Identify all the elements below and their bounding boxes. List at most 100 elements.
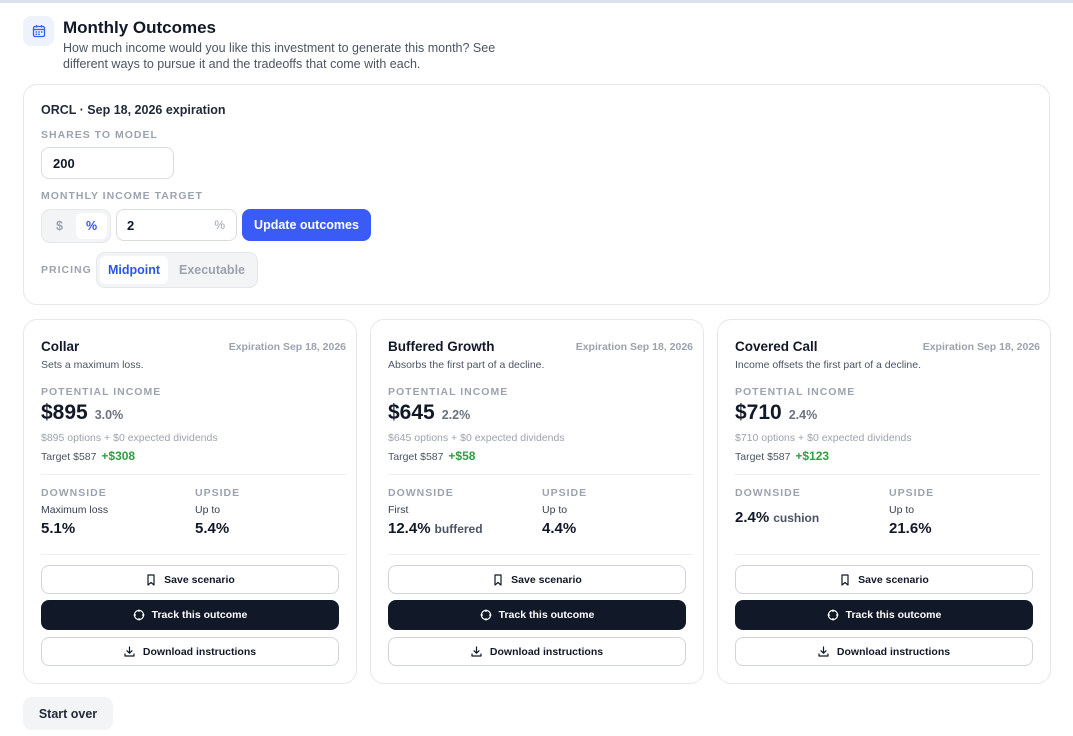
download-instructions-label: Download instructions <box>836 645 951 658</box>
downside-label: DOWNSIDE <box>388 487 454 499</box>
upside-value: 5.4% <box>195 520 230 537</box>
downside-value-row: 2.4% cushion <box>735 509 819 526</box>
target-row: Target $587 +$58 <box>388 449 475 463</box>
downside-value-row: 12.4% buffered <box>388 520 483 537</box>
shares-label: SHARES TO MODEL <box>41 129 158 141</box>
downside-label: DOWNSIDE <box>41 487 107 499</box>
outcome-card-buffered-growth: Buffered Growth Expiration Sep 18, 2026 … <box>370 319 704 684</box>
potential-income-label: POTENTIAL INCOME <box>41 386 162 398</box>
income-amount: $710 <box>735 401 782 424</box>
target-input[interactable] <box>117 210 207 240</box>
target-text: Target $587 <box>388 451 444 463</box>
divider <box>388 474 693 475</box>
target-text: Target $587 <box>41 451 97 463</box>
card-title: Collar <box>41 339 80 354</box>
downside-note: cushion <box>773 511 820 525</box>
target-row: Target $587 +$123 <box>735 449 829 463</box>
upside-sub: Up to <box>542 504 568 516</box>
card-subtitle: Absorbs the first part of a decline. <box>388 359 545 371</box>
target-icon <box>480 609 492 621</box>
bookmark-icon <box>839 573 851 586</box>
track-outcome-button[interactable]: Track this outcome <box>41 600 339 630</box>
card-title: Covered Call <box>735 339 818 354</box>
income-row: $895 3.0% <box>41 401 123 425</box>
target-icon <box>133 609 145 621</box>
save-scenario-label: Save scenario <box>511 573 582 586</box>
unit-dollar-option[interactable]: $ <box>45 213 74 239</box>
upside-value: 21.6% <box>889 520 932 537</box>
save-scenario-button[interactable]: Save scenario <box>388 565 686 594</box>
page-title: Monthly Outcomes <box>63 18 217 37</box>
save-scenario-label: Save scenario <box>858 573 929 586</box>
target-icon <box>827 609 839 621</box>
track-outcome-label: Track this outcome <box>845 609 942 621</box>
income-breakdown: $645 options + $0 expected dividends <box>388 432 565 444</box>
save-scenario-button[interactable]: Save scenario <box>735 565 1033 594</box>
target-text: Target $587 <box>735 451 791 463</box>
income-amount: $645 <box>388 401 435 424</box>
config-panel: ORCL · Sep 18, 2026 expiration SHARES TO… <box>23 84 1050 305</box>
divider <box>41 474 346 475</box>
pricing-executable-option[interactable]: Executable <box>170 256 254 284</box>
upside-sub: Up to <box>195 504 221 516</box>
income-percent: 2.2% <box>441 408 471 422</box>
target-field: % <box>116 209 237 241</box>
upside-sub: Up to <box>889 504 915 516</box>
download-instructions-button[interactable]: Download instructions <box>41 637 339 666</box>
download-icon <box>818 646 830 658</box>
download-icon <box>471 646 483 658</box>
downside-sub: First <box>388 504 409 516</box>
income-row: $710 2.4% <box>735 401 817 425</box>
downside-value: 12.4% <box>388 520 431 537</box>
target-row: Target $587 +$308 <box>41 449 135 463</box>
target-delta: +$308 <box>101 449 136 463</box>
page-description: How much income would you like this inve… <box>63 41 496 71</box>
downside-sub: Maximum loss <box>41 504 109 516</box>
income-percent: 2.4% <box>788 408 818 422</box>
bookmark-icon <box>145 573 157 586</box>
potential-income-label: POTENTIAL INCOME <box>735 386 856 398</box>
divider <box>735 474 1040 475</box>
update-outcomes-button[interactable]: Update outcomes <box>242 209 371 241</box>
upside-label: UPSIDE <box>542 487 588 499</box>
downside-note: buffered <box>434 522 483 536</box>
download-instructions-button[interactable]: Download instructions <box>388 637 686 666</box>
card-expiration: Expiration Sep 18, 2026 <box>228 341 346 353</box>
card-expiration: Expiration Sep 18, 2026 <box>575 341 693 353</box>
upside-label: UPSIDE <box>195 487 241 499</box>
income-row: $645 2.2% <box>388 401 470 425</box>
download-instructions-button[interactable]: Download instructions <box>735 637 1033 666</box>
card-subtitle: Sets a maximum loss. <box>41 359 144 371</box>
save-scenario-button[interactable]: Save scenario <box>41 565 339 594</box>
start-over-button[interactable]: Start over <box>23 697 113 730</box>
income-amount: $895 <box>41 401 88 424</box>
download-instructions-label: Download instructions <box>142 645 257 658</box>
track-outcome-button[interactable]: Track this outcome <box>388 600 686 630</box>
income-breakdown: $895 options + $0 expected dividends <box>41 432 218 444</box>
top-border <box>0 0 1073 3</box>
outcome-card-covered-call: Covered Call Expiration Sep 18, 2026 Inc… <box>717 319 1051 684</box>
track-outcome-button[interactable]: Track this outcome <box>735 600 1033 630</box>
downside-value: 5.1% <box>41 520 76 537</box>
save-scenario-label: Save scenario <box>164 573 235 586</box>
unit-percent-option[interactable]: % <box>76 213 107 239</box>
income-percent: 3.0% <box>94 408 124 422</box>
shares-input[interactable] <box>41 147 174 179</box>
config-title: ORCL · Sep 18, 2026 expiration <box>41 103 226 117</box>
divider <box>41 554 346 555</box>
unit-toggle: $ % <box>41 209 111 243</box>
upside-label: UPSIDE <box>889 487 935 499</box>
target-delta: +$123 <box>795 449 830 463</box>
pricing-toggle: Midpoint Executable <box>96 252 258 288</box>
bookmark-icon <box>492 573 504 586</box>
outcome-card-collar: Collar Expiration Sep 18, 2026 Sets a ma… <box>23 319 357 684</box>
divider <box>735 554 1040 555</box>
potential-income-label: POTENTIAL INCOME <box>388 386 509 398</box>
pricing-label: PRICING <box>41 264 92 276</box>
pricing-midpoint-option[interactable]: Midpoint <box>100 256 168 284</box>
income-breakdown: $710 options + $0 expected dividends <box>735 432 912 444</box>
card-expiration: Expiration Sep 18, 2026 <box>922 341 1040 353</box>
target-delta: +$58 <box>448 449 476 463</box>
income-target-label: MONTHLY INCOME TARGET <box>41 190 203 202</box>
card-subtitle: Income offsets the first part of a decli… <box>735 359 921 371</box>
